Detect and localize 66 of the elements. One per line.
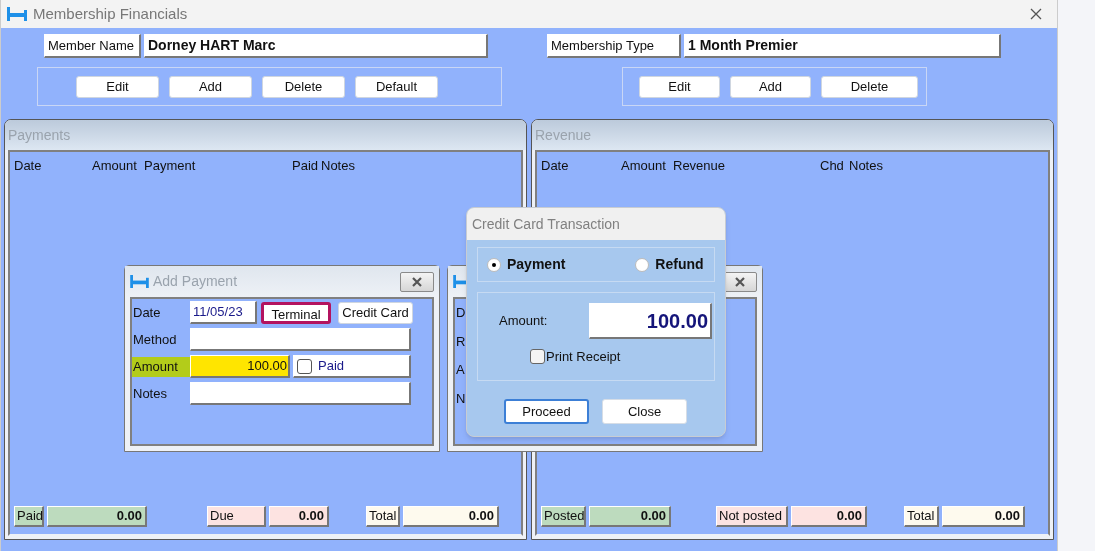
action-button[interactable]: Delete <box>821 75 918 98</box>
amount-field[interactable]: 100.00 <box>589 303 712 339</box>
date-field[interactable]: 11/05/23 <box>190 301 257 324</box>
total-label: Posted <box>541 506 586 527</box>
field-label: R <box>456 332 466 351</box>
dialog-button[interactable]: Terminal <box>261 301 331 324</box>
window-title: Membership Financials <box>33 3 189 24</box>
dialog-title: Credit Card Transaction <box>472 214 620 234</box>
close-icon <box>411 276 423 287</box>
total-value: 0.00 <box>942 506 1025 527</box>
column-header: Paid <box>292 157 320 175</box>
field-label: Amount <box>132 356 190 377</box>
field-value: Dorney HART Marc <box>144 34 488 58</box>
field-value: 1 Month Premier <box>684 34 1001 58</box>
total-value: 0.00 <box>47 506 147 527</box>
column-header: Amount <box>621 157 667 175</box>
notes-field[interactable] <box>190 382 411 405</box>
total-value: 0.00 <box>269 506 329 527</box>
field-label: Membership Type <box>547 34 681 58</box>
field-label: A <box>456 361 465 379</box>
close-button[interactable] <box>400 271 434 292</box>
column-header: Date <box>541 157 570 175</box>
total-label: Paid <box>14 506 44 527</box>
field-label: Date <box>132 303 162 322</box>
method-field[interactable] <box>190 328 411 351</box>
column-header: Payment <box>144 157 197 175</box>
dialog-title: Add Payment <box>153 272 239 291</box>
close-icon <box>734 276 746 287</box>
total-value: 0.00 <box>403 506 499 527</box>
total-label: Total <box>904 506 939 527</box>
radio-option[interactable]: Refund <box>635 254 704 275</box>
action-button[interactable]: Add <box>730 75 811 98</box>
bed-icon <box>7 7 27 21</box>
action-button[interactable]: Edit <box>76 75 159 98</box>
radio-option[interactable]: Payment <box>487 254 566 275</box>
dialog-button[interactable]: Credit Card <box>338 301 413 324</box>
total-label: Total <box>366 506 400 527</box>
print-receipt-checkbox[interactable]: Print Receipt <box>530 347 714 367</box>
total-label: Due <box>207 506 266 527</box>
field-label: Amount: <box>499 312 549 331</box>
action-button[interactable]: Add <box>169 75 252 98</box>
dialog-button[interactable]: Proceed <box>504 399 589 424</box>
amount-field[interactable]: 100.00 <box>190 355 290 378</box>
column-header: Revenue <box>673 157 727 175</box>
field-label: Notes <box>132 384 168 403</box>
action-button[interactable]: Delete <box>262 75 345 98</box>
paid-checkbox[interactable]: Paid <box>293 355 411 378</box>
total-value: 0.00 <box>791 506 867 527</box>
column-header: Notes <box>321 157 355 175</box>
field-label: N <box>456 389 466 408</box>
action-button[interactable]: Edit <box>639 75 720 98</box>
total-value: 0.00 <box>589 506 671 527</box>
bed-icon <box>130 275 149 288</box>
column-header: Date <box>14 157 43 175</box>
column-header: Amount <box>92 157 138 175</box>
field-label: D <box>456 304 466 322</box>
field-label: Member Name <box>44 34 141 58</box>
field-label: Method <box>132 330 178 349</box>
panel-title: Revenue <box>535 125 592 145</box>
total-label: Not posted <box>716 506 788 527</box>
column-header: Notes <box>849 157 883 175</box>
close-icon <box>1029 7 1043 21</box>
column-header: Chd <box>820 157 845 175</box>
action-button[interactable]: Default <box>355 75 438 98</box>
dialog-button[interactable]: Close <box>602 399 687 424</box>
panel-title: Payments <box>8 125 71 145</box>
